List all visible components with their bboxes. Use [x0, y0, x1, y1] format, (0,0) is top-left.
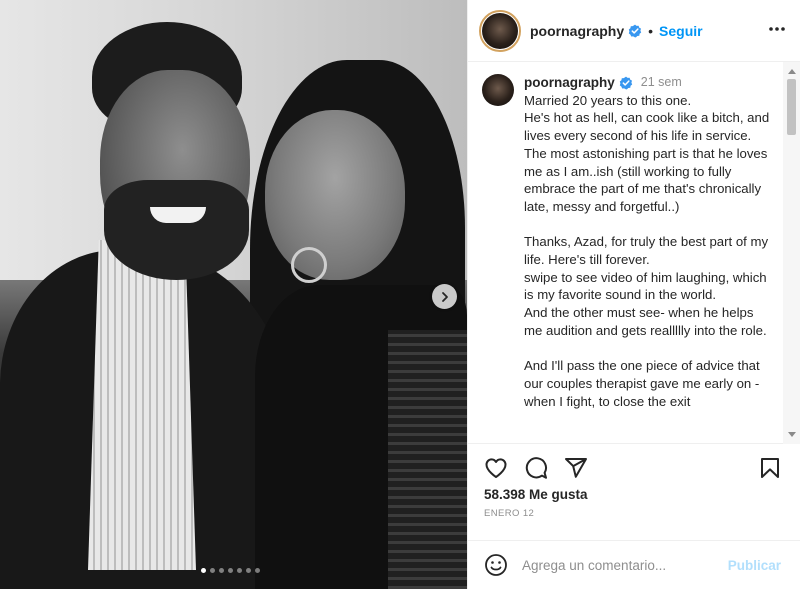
chevron-right-icon: [441, 291, 448, 302]
carousel-dot: [219, 568, 224, 573]
photo-earring: [291, 247, 327, 283]
scroll-down-icon[interactable]: [783, 428, 800, 442]
post-photo[interactable]: [0, 0, 467, 589]
caption-paragraph: [524, 340, 771, 358]
emoji-icon: [485, 554, 507, 576]
photo-shirt: [88, 240, 196, 570]
avatar[interactable]: [479, 9, 521, 52]
caption-avatar[interactable]: [482, 74, 514, 106]
carousel-dot: [228, 568, 233, 573]
caption-paragraph: He's hot as hell, can cook like a bitch,…: [524, 110, 770, 144]
caption-head: poornagraphy 21 sem: [524, 74, 771, 92]
carousel-indicator: [201, 568, 260, 573]
scroll-up-icon[interactable]: [783, 64, 800, 78]
likes-count[interactable]: 58.398 Me gusta: [484, 487, 588, 502]
caption: poornagraphy 21 sem Married 20 years to …: [468, 62, 800, 410]
carousel-dot: [210, 568, 215, 573]
comment-input[interactable]: [522, 557, 712, 573]
comment-icon: [525, 457, 547, 479]
header-separator: •: [648, 22, 654, 39]
caption-scrollbar[interactable]: [783, 62, 800, 444]
carousel-dot: [237, 568, 242, 573]
caption-paragraph: swipe to see video of him laughing, whic…: [524, 269, 767, 303]
carousel-dot: [201, 568, 206, 573]
post-side-panel: poornagraphy • Seguir poornagraphy 21 se…: [467, 0, 800, 589]
heart-icon: [485, 458, 507, 478]
post-date: ENERO 12: [484, 508, 535, 519]
follow-button[interactable]: Seguir: [659, 23, 703, 39]
share-button[interactable]: [564, 456, 588, 480]
caption-paragraph: And the other must see- when he helps me…: [524, 305, 767, 338]
caption-body: poornagraphy 21 sem Married 20 years to …: [524, 74, 771, 410]
caption-area[interactable]: poornagraphy 21 sem Married 20 years to …: [468, 62, 800, 444]
save-button[interactable]: [758, 456, 782, 480]
verified-badge-icon: [628, 24, 642, 38]
photo-man-smile: [150, 207, 206, 223]
caption-paragraph: [524, 216, 771, 234]
photo-jacket: [388, 330, 467, 589]
carousel-dot: [246, 568, 251, 573]
photo-woman-face: [265, 110, 405, 280]
caption-text: Married 20 years to this one. He's hot as…: [524, 92, 771, 411]
bookmark-icon: [761, 458, 779, 478]
verified-badge-icon: [619, 76, 633, 90]
caption-paragraph: And I'll pass the one piece of advice th…: [524, 358, 760, 409]
emoji-button[interactable]: [484, 553, 508, 577]
post-header: poornagraphy • Seguir: [468, 0, 800, 62]
like-button[interactable]: [484, 456, 508, 480]
more-options-icon[interactable]: [767, 19, 787, 44]
caption-paragraph: The most astonishing part is that he lov…: [524, 145, 768, 214]
publish-button[interactable]: Publicar: [728, 558, 781, 573]
scrollbar-thumb[interactable]: [787, 79, 796, 135]
caption-timestamp[interactable]: 21 sem: [641, 74, 682, 92]
post-actions: [468, 444, 800, 488]
caption-paragraph: Thanks, Azad, for truly the best part of…: [524, 234, 769, 268]
header-username[interactable]: poornagraphy: [530, 23, 624, 39]
carousel-dot: [255, 568, 260, 573]
comment-button[interactable]: [524, 456, 548, 480]
carousel-next-button[interactable]: [432, 284, 457, 309]
caption-username[interactable]: poornagraphy: [524, 74, 615, 92]
caption-paragraph: Married 20 years to this one.: [524, 92, 692, 108]
share-icon: [565, 458, 587, 478]
photo-man-beard: [104, 180, 249, 280]
comment-bar: Publicar: [468, 540, 800, 589]
